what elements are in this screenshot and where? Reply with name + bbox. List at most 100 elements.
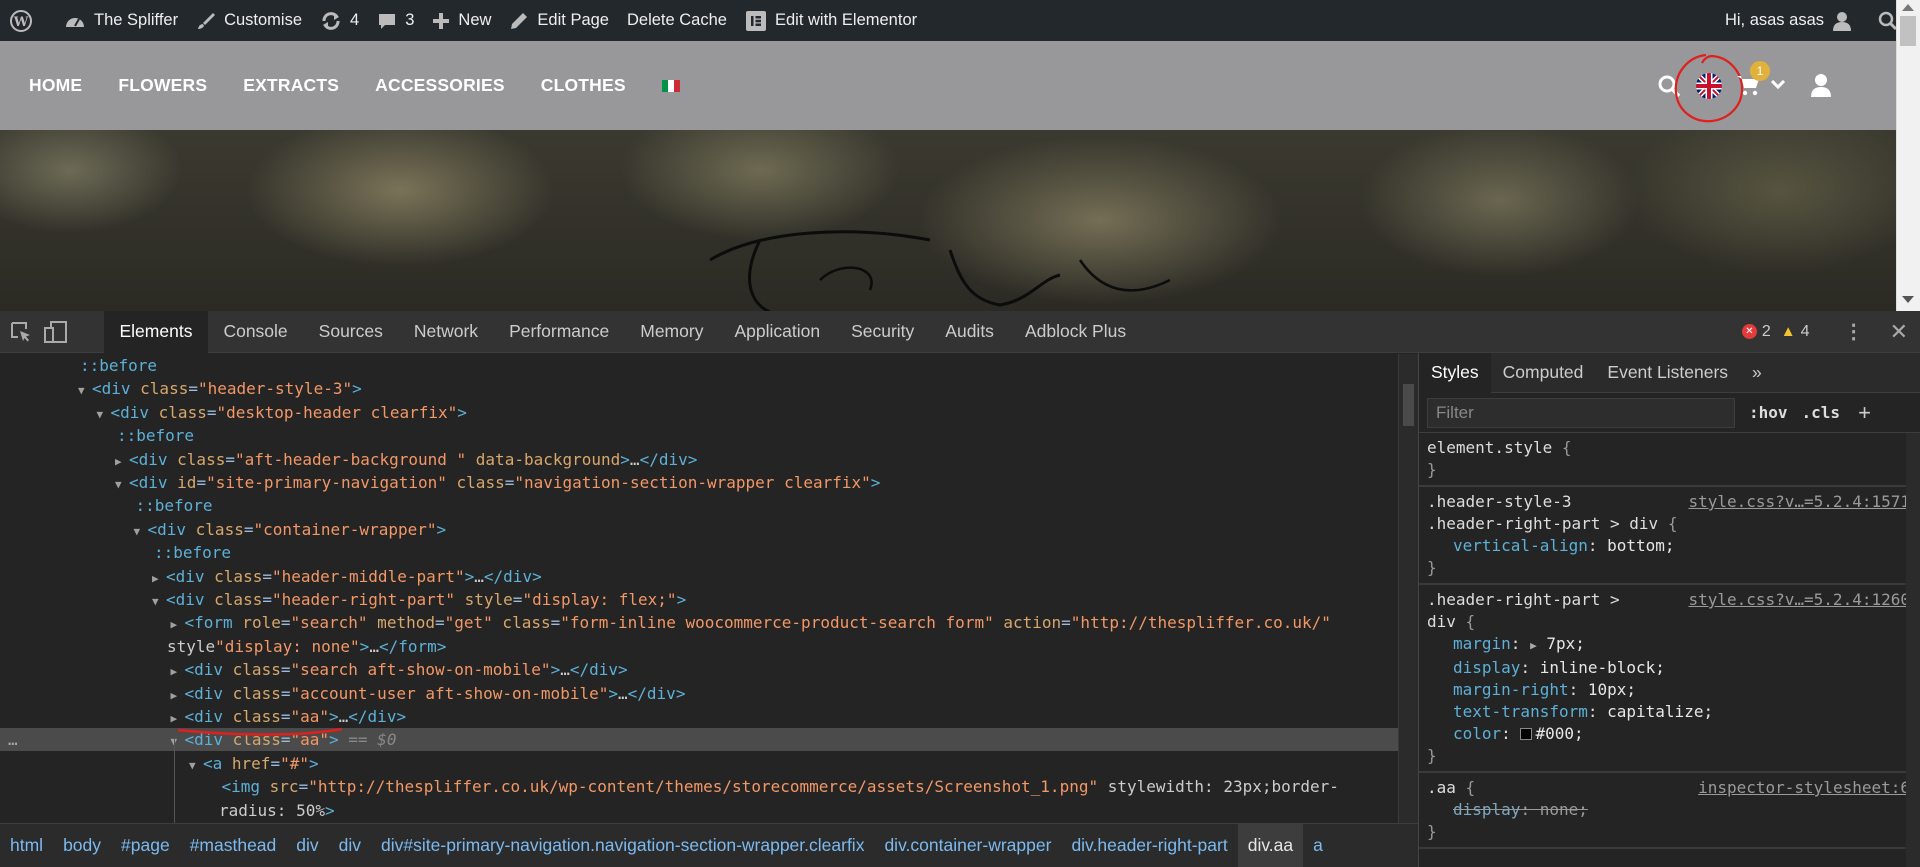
- edit-page-link[interactable]: Edit Page: [500, 0, 618, 41]
- expand-toggle-icon[interactable]: ▼: [78, 379, 92, 402]
- nav-flowers[interactable]: FLOWERS: [118, 75, 207, 96]
- kebab-menu-icon[interactable]: ⋮: [1844, 319, 1864, 344]
- dom-node-line[interactable]: ▶ <div class="aft-header-background " dat…: [0, 448, 1398, 471]
- expand-toggle-icon[interactable]: ▶: [171, 613, 185, 636]
- tab-network[interactable]: Network: [398, 311, 493, 353]
- breadcrumb-item[interactable]: #page: [111, 824, 180, 867]
- device-toolbar-icon[interactable]: [44, 320, 68, 343]
- chevron-down-icon[interactable]: [1771, 80, 1785, 90]
- tab-performance[interactable]: Performance: [494, 311, 625, 353]
- tab-styles[interactable]: Styles: [1419, 352, 1491, 393]
- styles-filter-input[interactable]: [1427, 397, 1735, 428]
- expand-toggle-icon[interactable]: ▼: [152, 590, 166, 613]
- hov-toggle[interactable]: :hov: [1749, 403, 1788, 422]
- expand-toggle-icon[interactable]: ▼: [115, 473, 129, 496]
- tab-adblock-plus[interactable]: Adblock Plus: [1009, 311, 1141, 353]
- page-scrollbar[interactable]: [1896, 0, 1920, 311]
- style-property[interactable]: margin-right: 10px;: [1427, 679, 1912, 701]
- dom-node-line[interactable]: ::before: [0, 354, 1398, 377]
- breadcrumb-item[interactable]: div#site-primary-navigation.navigation-s…: [371, 824, 874, 867]
- dom-node-line[interactable]: ▼ <div id="site-primary-navigation" class…: [0, 471, 1398, 494]
- updates-link[interactable]: 4: [311, 0, 368, 41]
- dom-node-line[interactable]: radius: 50%>: [0, 799, 1398, 822]
- breadcrumb-item[interactable]: div.header-right-part: [1061, 824, 1237, 867]
- elements-scrollbar[interactable]: [1398, 354, 1418, 823]
- breadcrumb-item[interactable]: body: [53, 824, 111, 867]
- customise-link[interactable]: Customise: [187, 0, 311, 41]
- style-rule[interactable]: style.css?v…=5.2.4:1260 .header-right-par…: [1419, 585, 1920, 773]
- dom-node-line[interactable]: style"display: none">…</form>: [0, 635, 1398, 658]
- dom-node-line[interactable]: ▶ <div class="account-user aft-show-on-mo…: [0, 682, 1398, 705]
- expand-toggle-icon[interactable]: ▼: [97, 403, 111, 426]
- breadcrumb-item[interactable]: a: [1303, 824, 1333, 867]
- dom-node-line[interactable]: ▶ <div class="search aft-show-on-mobile">…: [0, 658, 1398, 681]
- dom-node-line[interactable]: ::before: [0, 541, 1398, 564]
- warning-counter[interactable]: ▲ 4: [1781, 323, 1810, 341]
- more-actions-icon[interactable]: …: [8, 728, 18, 751]
- rule-source-link[interactable]: style.css?v…=5.2.4:1571: [1688, 491, 1910, 513]
- style-property[interactable]: text-transform: capitalize;: [1427, 701, 1912, 723]
- expand-toggle-icon[interactable]: ▶: [152, 567, 166, 590]
- style-property[interactable]: margin: ▶ 7px;: [1427, 633, 1912, 657]
- breadcrumb-item[interactable]: div: [329, 824, 371, 867]
- style-property[interactable]: display: inline-block;: [1427, 657, 1912, 679]
- user-account-icon[interactable]: [1810, 73, 1832, 97]
- tab-sources[interactable]: Sources: [303, 311, 398, 353]
- rule-source-link[interactable]: inspector-stylesheet:6: [1698, 777, 1910, 799]
- dom-node-line[interactable]: ▼ <div class="container-wrapper">: [0, 518, 1398, 541]
- tab-audits[interactable]: Audits: [930, 311, 1010, 353]
- inspect-element-icon[interactable]: [10, 321, 32, 343]
- dom-node-line[interactable]: ▼ <div class="header-style-3">: [0, 377, 1398, 400]
- dom-node-line[interactable]: ▼ <a href="#">: [0, 752, 1398, 775]
- expand-toggle-icon[interactable]: ▼: [134, 520, 148, 543]
- nav-clothes[interactable]: CLOTHES: [541, 75, 626, 96]
- breadcrumb-item[interactable]: div: [286, 824, 328, 867]
- dom-node-line[interactable]: ▼ <div class="desktop-header clearfix">: [0, 401, 1398, 424]
- color-swatch[interactable]: [1520, 728, 1533, 740]
- expand-toggle-icon[interactable]: ▼: [189, 754, 203, 777]
- dom-node-line[interactable]: ::before: [0, 494, 1398, 517]
- tab-elements[interactable]: Elements: [104, 310, 208, 353]
- expand-shorthand-icon[interactable]: ▶: [1530, 639, 1537, 652]
- rule-source-link[interactable]: style.css?v…=5.2.4:1260: [1688, 589, 1910, 611]
- site-name-link[interactable]: The Spliffer: [55, 0, 187, 41]
- breadcrumb-item[interactable]: html: [0, 824, 53, 867]
- italian-flag-icon[interactable]: [661, 79, 680, 92]
- expand-toggle-icon[interactable]: ▶: [171, 660, 185, 683]
- style-property[interactable]: display: none;: [1427, 799, 1912, 821]
- cls-toggle[interactable]: .cls: [1802, 403, 1841, 422]
- tab-console[interactable]: Console: [208, 311, 303, 353]
- styles-scrollbar[interactable]: [1906, 433, 1920, 867]
- breadcrumb-item[interactable]: #masthead: [180, 824, 287, 867]
- breadcrumb-item[interactable]: div.aa: [1237, 824, 1304, 867]
- new-rule-plus-icon[interactable]: +: [1858, 400, 1871, 426]
- new-content-link[interactable]: New: [423, 0, 500, 41]
- wordpress-logo-button[interactable]: W: [0, 0, 49, 41]
- style-property[interactable]: vertical-align: bottom;: [1427, 535, 1912, 557]
- tab-computed[interactable]: Computed: [1491, 353, 1596, 393]
- expand-toggle-icon[interactable]: ▶: [171, 684, 185, 707]
- style-rule[interactable]: style.css?v…=5.2.4:1571 .header-style-3 .h…: [1419, 487, 1920, 585]
- nav-home[interactable]: HOME: [29, 75, 82, 96]
- nav-extracts[interactable]: EXTRACTS: [243, 75, 339, 96]
- dom-node-line[interactable]: ▶ <form role="search" method="get" class=…: [0, 611, 1398, 634]
- tab-memory[interactable]: Memory: [625, 311, 719, 353]
- delete-cache-link[interactable]: Delete Cache: [618, 0, 736, 41]
- expand-toggle-icon[interactable]: ▶: [115, 450, 129, 473]
- nav-accessories[interactable]: ACCESSORIES: [375, 75, 505, 96]
- style-rule[interactable]: element.style {}: [1419, 433, 1920, 487]
- my-account-link[interactable]: Hi, asas asas: [1716, 0, 1869, 41]
- more-tabs-chevron-icon[interactable]: »: [1740, 353, 1774, 393]
- dom-node-line[interactable]: ▶ <div class="aa">…</div>: [0, 705, 1398, 728]
- tab-security[interactable]: Security: [836, 311, 930, 353]
- style-property[interactable]: color: #000;: [1427, 723, 1912, 745]
- close-icon[interactable]: ✕: [1890, 319, 1908, 345]
- dom-node-line[interactable]: ::before: [0, 424, 1398, 447]
- dom-node-line[interactable]: ▶ <div class="header-middle-part">…</div>: [0, 565, 1398, 588]
- dom-node-line[interactable]: <img src="http://thespliffer.co.uk/wp-co…: [0, 775, 1398, 798]
- error-counter[interactable]: ✕ 2: [1741, 323, 1771, 341]
- comments-link[interactable]: 3: [368, 0, 423, 41]
- dom-node-line[interactable]: ▼ <div class="header-right-part" style="d…: [0, 588, 1398, 611]
- breadcrumb-item[interactable]: div.container-wrapper: [874, 824, 1061, 867]
- style-rule[interactable]: inspector-stylesheet:6 .aa {display: none…: [1419, 773, 1920, 849]
